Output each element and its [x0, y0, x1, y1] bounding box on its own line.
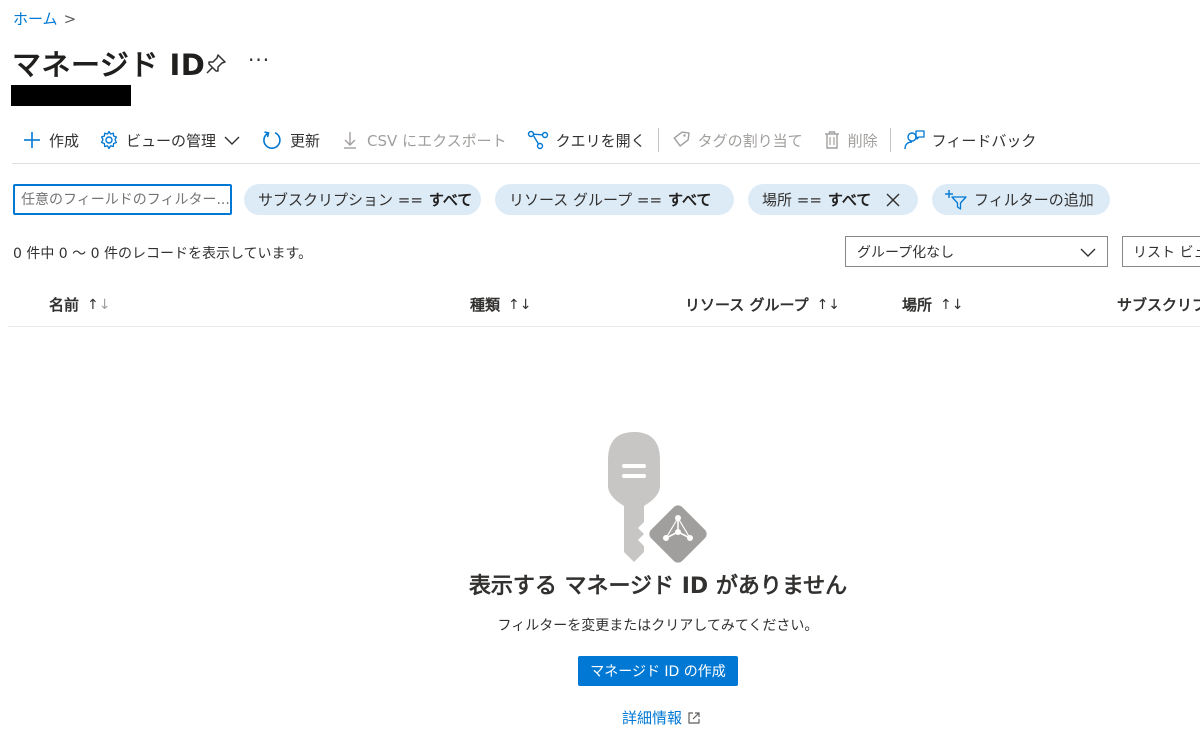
- empty-state-subtitle: フィルターを変更またはクリアしてみてください。: [497, 618, 819, 634]
- delete-button[interactable]: 削除: [813, 124, 888, 156]
- feedback-label: フィードバック: [931, 131, 1037, 150]
- refresh-button[interactable]: 更新: [251, 124, 330, 156]
- chevron-down-icon: [1080, 248, 1096, 257]
- feedback-button[interactable]: フィードバック: [893, 124, 1047, 156]
- column-header-type[interactable]: 種類 ↑↓: [470, 294, 531, 315]
- learn-more-link[interactable]: 詳細情報: [622, 707, 701, 728]
- assign-tags-label: タグの割り当て: [697, 131, 803, 150]
- refresh-label: 更新: [290, 131, 321, 150]
- download-icon: [344, 132, 357, 149]
- sort-icon: ↑↓: [87, 296, 111, 313]
- refresh-icon: [263, 131, 281, 149]
- add-filter-icon: [945, 189, 967, 210]
- column-header-label: サブスクリプション: [1117, 296, 1200, 314]
- grouping-select[interactable]: グループ化なし: [845, 236, 1108, 267]
- breadcrumb: ホーム >: [13, 8, 76, 29]
- column-header-subscription[interactable]: サブスクリプション: [1117, 294, 1200, 315]
- column-header-resource-group[interactable]: リソース グループ ↑↓: [685, 294, 840, 315]
- column-header-label: 場所: [902, 296, 933, 314]
- location-filter-value: すべて: [827, 191, 872, 209]
- tag-icon: [673, 131, 690, 147]
- chevron-down-icon: [224, 136, 240, 145]
- sort-icon: ↑↓: [816, 296, 841, 313]
- create-managed-identity-button[interactable]: マネージド ID の作成: [578, 656, 738, 686]
- plus-icon: [24, 132, 40, 148]
- query-graph-icon: [527, 130, 548, 150]
- column-header-location[interactable]: 場所 ↑↓: [902, 294, 963, 315]
- page-title: マネージド ID: [12, 48, 206, 82]
- column-header-label: リソース グループ: [685, 296, 809, 314]
- delete-label: 削除: [847, 131, 878, 150]
- redacted-subtitle: [11, 85, 131, 106]
- toolbar-divider-line: [12, 163, 1200, 164]
- empty-state-title: 表示する マネージド ID がありません: [468, 574, 848, 599]
- view-select[interactable]: リスト ビュー: [1122, 236, 1200, 267]
- column-header-label: 名前: [49, 296, 80, 314]
- create-label: 作成: [49, 131, 80, 150]
- learn-more-label: 詳細情報: [622, 709, 683, 727]
- add-filter-label: フィルターの追加: [974, 191, 1094, 209]
- resource-group-filter-value: すべて: [668, 191, 712, 209]
- manage-view-button[interactable]: ビューの管理: [89, 124, 251, 156]
- toolbar-divider: [657, 128, 659, 152]
- resource-group-filter-label: リソース グループ ==: [509, 191, 663, 209]
- grouping-select-value: グループ化なし: [857, 244, 955, 261]
- export-csv-button[interactable]: CSV にエクスポート: [330, 124, 517, 156]
- location-filter-pill[interactable]: 場所 == すべて: [748, 184, 918, 215]
- column-header-label: 種類: [470, 296, 501, 314]
- create-button[interactable]: 作成: [0, 124, 89, 156]
- export-csv-label: CSV にエクスポート: [367, 131, 507, 150]
- sort-icon: ↑↓: [940, 296, 964, 313]
- trash-icon: [824, 131, 839, 149]
- subscription-filter-value: すべて: [428, 191, 473, 209]
- manage-view-label: ビューの管理: [126, 131, 217, 150]
- add-filter-button[interactable]: フィルターの追加: [932, 184, 1110, 215]
- breadcrumb-separator: >: [63, 9, 77, 28]
- gear-icon: [100, 130, 118, 150]
- open-query-label: クエリを開く: [555, 131, 646, 150]
- managed-identity-key-icon: [608, 432, 707, 563]
- resource-group-filter-pill[interactable]: リソース グループ == すべて: [495, 184, 734, 215]
- column-header-name[interactable]: 名前 ↑↓: [49, 294, 110, 315]
- more-options-icon[interactable]: ···: [248, 48, 270, 72]
- assign-tags-button[interactable]: タグの割り当て: [661, 124, 813, 156]
- open-query-button[interactable]: クエリを開く: [517, 124, 656, 156]
- sort-icon: ↑↓: [508, 296, 532, 313]
- subscription-filter-label: サブスクリプション ==: [258, 191, 423, 209]
- breadcrumb-home-link[interactable]: ホーム: [13, 8, 58, 29]
- command-bar: 作成 ビューの管理 更新 CSV にエクスポート クエリを開く タグの割り当て …: [0, 124, 1046, 156]
- close-icon[interactable]: [885, 192, 901, 208]
- view-select-value: リスト ビュー: [1133, 244, 1200, 261]
- location-filter-label: 場所 ==: [762, 191, 822, 209]
- toolbar-divider: [889, 128, 891, 152]
- table-header-divider: [8, 326, 1200, 327]
- pin-icon[interactable]: [204, 52, 228, 76]
- external-link-icon: [688, 711, 700, 724]
- record-count-summary: 0 件中 0 〜 0 件のレコードを表示しています。: [13, 246, 313, 262]
- feedback-icon: [903, 130, 925, 150]
- subscription-filter-pill[interactable]: サブスクリプション == すべて: [244, 184, 481, 215]
- filter-search-input[interactable]: [13, 184, 232, 215]
